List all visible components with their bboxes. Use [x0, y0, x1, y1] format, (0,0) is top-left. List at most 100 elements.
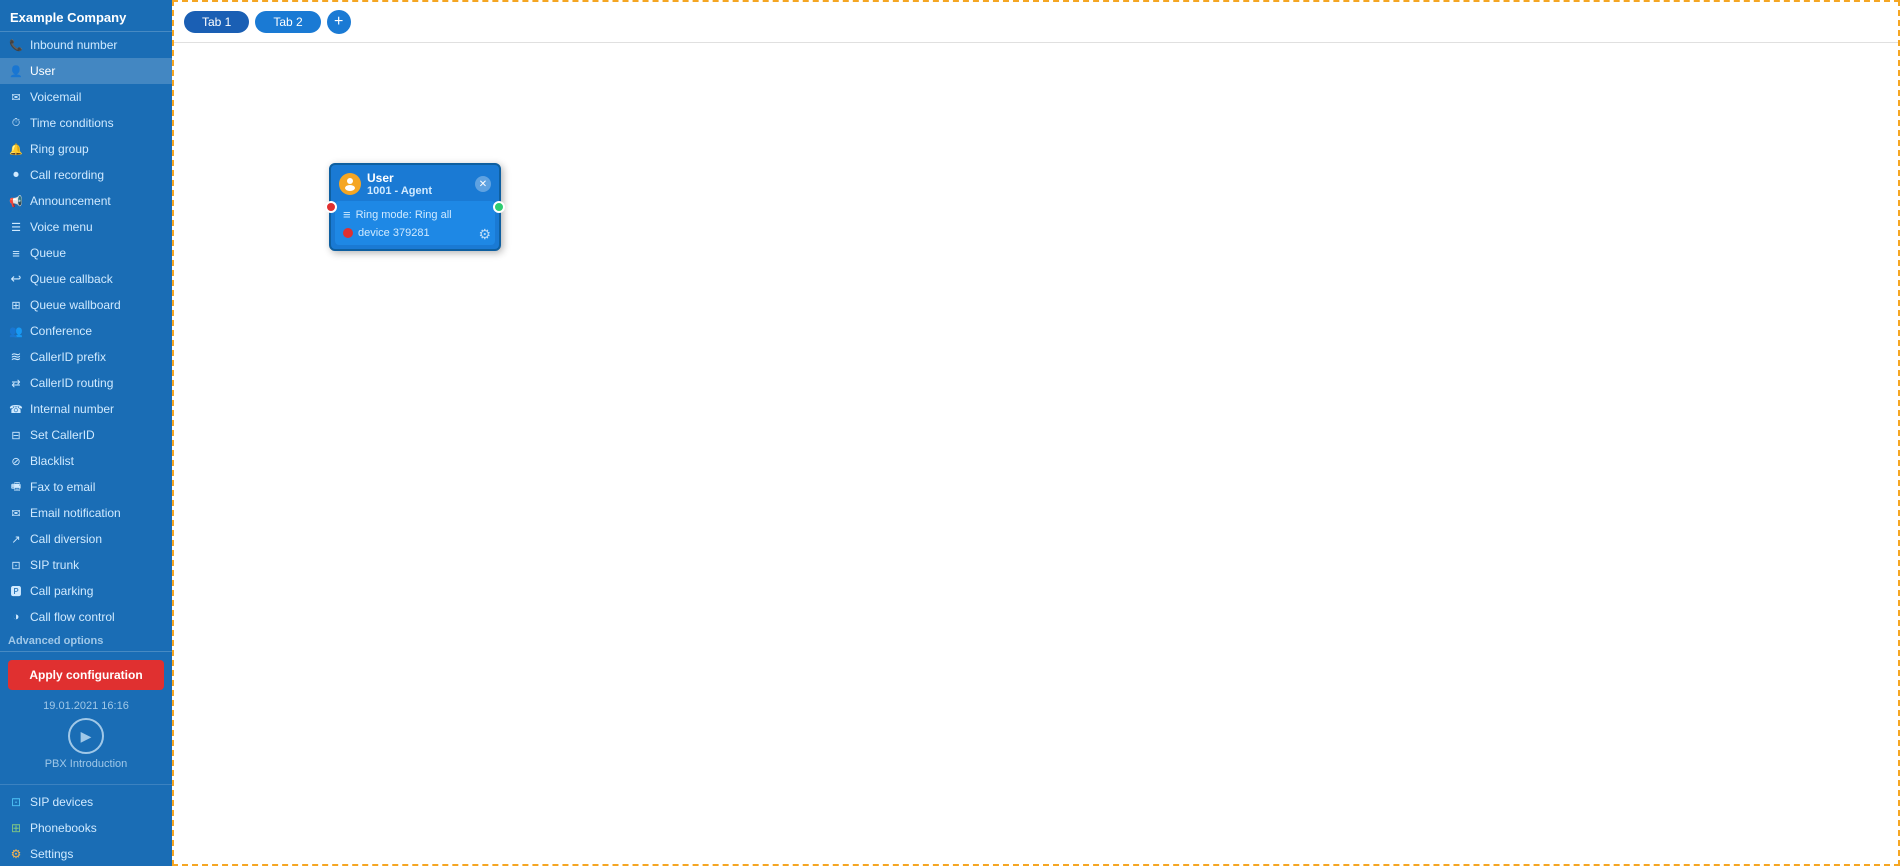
- divider: [0, 784, 172, 785]
- tab-2-button[interactable]: Tab 2: [255, 11, 320, 33]
- sidebar-label-call-flow-control: Call flow control: [30, 610, 115, 624]
- divert-icon: [8, 531, 24, 547]
- sidebar-item-voicemail[interactable]: Voicemail: [0, 84, 172, 110]
- sidebar-item-call-recording[interactable]: Call recording: [0, 162, 172, 188]
- ring-mode-icon: ≡: [343, 207, 351, 222]
- device-status-dot: [343, 228, 353, 238]
- sidebar-label-settings: Settings: [30, 847, 73, 861]
- node-card-header: User 1001 - Agent ✕: [331, 165, 499, 201]
- sidebar-item-time-conditions[interactable]: Time conditions: [0, 110, 172, 136]
- pbx-intro-label: PBX Introduction: [45, 758, 128, 770]
- sip-devices-icon: ⊡: [8, 794, 24, 810]
- sidebar-item-settings[interactable]: ⚙ Settings: [0, 841, 172, 866]
- node-card-body: ≡ Ring mode: Ring all device 379281: [335, 201, 495, 245]
- sidebar-item-ring-group[interactable]: Ring group: [0, 136, 172, 162]
- company-name: Example Company: [0, 0, 172, 32]
- time-icon: [8, 115, 24, 131]
- sidebar-bottom: Apply configuration 19.01.2021 16:16 ▶ P…: [0, 651, 172, 866]
- voicemail-icon: [8, 89, 24, 105]
- sip-trunk-icon: [8, 557, 24, 573]
- apply-configuration-button[interactable]: Apply configuration: [8, 660, 164, 690]
- set-callerid-icon: [8, 427, 24, 443]
- sidebar-item-sip-trunk[interactable]: SIP trunk: [0, 552, 172, 578]
- tab-bar: Tab 1 Tab 2 +: [174, 2, 1898, 43]
- sidebar-label-announcement: Announcement: [30, 194, 111, 208]
- play-button[interactable]: ▶: [68, 718, 104, 754]
- sidebar-label-set-callerid: Set CallerID: [30, 428, 95, 442]
- wallboard-icon: [8, 297, 24, 313]
- blacklist-icon: [8, 453, 24, 469]
- email-icon: [8, 505, 24, 521]
- menu-icon: [8, 219, 24, 235]
- callerid-routing-icon: [8, 375, 24, 391]
- sidebar-item-inbound-number[interactable]: Inbound number: [0, 32, 172, 58]
- sidebar-item-call-diversion[interactable]: Call diversion: [0, 526, 172, 552]
- main-area: Tab 1 Tab 2 + User 1001 - Ag: [172, 0, 1900, 866]
- add-tab-button[interactable]: +: [327, 10, 351, 34]
- sidebar: Example Company Inbound number User Voic…: [0, 0, 172, 866]
- sidebar-item-email-notification[interactable]: Email notification: [0, 500, 172, 526]
- sidebar-item-callerid-prefix[interactable]: CallerID prefix: [0, 344, 172, 370]
- sidebar-label-blacklist: Blacklist: [30, 454, 74, 468]
- callback-icon: [8, 271, 24, 287]
- flow-icon: [8, 609, 24, 625]
- node-title: User: [367, 171, 432, 185]
- sidebar-item-queue[interactable]: Queue: [0, 240, 172, 266]
- node-device: device 379281: [343, 227, 487, 239]
- sidebar-label-voice-menu: Voice menu: [30, 220, 93, 234]
- user-icon: [8, 63, 24, 79]
- recording-icon: [8, 167, 24, 183]
- sidebar-item-call-parking[interactable]: Call parking: [0, 578, 172, 604]
- sidebar-label-call-diversion: Call diversion: [30, 532, 102, 546]
- sidebar-label-internal-number: Internal number: [30, 402, 114, 416]
- phone-icon: [8, 37, 24, 53]
- sidebar-item-call-flow-control[interactable]: Call flow control: [0, 604, 172, 630]
- queue-icon: [8, 245, 24, 261]
- sidebar-label-call-parking: Call parking: [30, 584, 93, 598]
- sidebar-item-internal-number[interactable]: Internal number: [0, 396, 172, 422]
- node-user-avatar: [339, 173, 361, 195]
- sidebar-item-voice-menu[interactable]: Voice menu: [0, 214, 172, 240]
- sidebar-label-queue: Queue: [30, 246, 66, 260]
- sidebar-label-voicemail: Voicemail: [30, 90, 81, 104]
- sidebar-item-callerid-routing[interactable]: CallerID routing: [0, 370, 172, 396]
- sidebar-label-queue-wallboard: Queue wallboard: [30, 298, 121, 312]
- sidebar-item-sip-devices[interactable]: ⊡ SIP devices: [0, 789, 172, 815]
- user-node-card: User 1001 - Agent ✕ ≡ Ring mode: Ring al…: [329, 163, 501, 251]
- sidebar-item-conference[interactable]: Conference: [0, 318, 172, 344]
- sidebar-item-announcement[interactable]: Announcement: [0, 188, 172, 214]
- sidebar-label-user: User: [30, 64, 55, 78]
- sidebar-item-set-callerid[interactable]: Set CallerID: [0, 422, 172, 448]
- announce-icon: [8, 193, 24, 209]
- phonebooks-icon: ⊞: [8, 820, 24, 836]
- sidebar-item-queue-wallboard[interactable]: Queue wallboard: [0, 292, 172, 318]
- pbx-intro-container: ▶ PBX Introduction: [0, 718, 172, 780]
- node-gear-button[interactable]: ⚙: [478, 226, 491, 243]
- node-close-button[interactable]: ✕: [475, 176, 491, 192]
- sidebar-label-queue-callback: Queue callback: [30, 272, 113, 286]
- sidebar-label-sip-devices: SIP devices: [30, 795, 93, 809]
- sidebar-item-queue-callback[interactable]: Queue callback: [0, 266, 172, 292]
- advanced-options-label[interactable]: Advanced options: [0, 630, 172, 651]
- sidebar-item-phonebooks[interactable]: ⊞ Phonebooks: [0, 815, 172, 841]
- tab-1-button[interactable]: Tab 1: [184, 11, 249, 33]
- sidebar-label-fax-to-email: Fax to email: [30, 480, 95, 494]
- sidebar-label-inbound-number: Inbound number: [30, 38, 117, 52]
- sidebar-label-phonebooks: Phonebooks: [30, 821, 97, 835]
- settings-icon: ⚙: [8, 846, 24, 862]
- node-header-left: User 1001 - Agent: [339, 171, 432, 197]
- node-handle-left: [325, 201, 337, 213]
- sidebar-item-user[interactable]: User: [0, 58, 172, 84]
- node-handle-right: [493, 201, 505, 213]
- parking-icon: [8, 583, 24, 599]
- canvas-area[interactable]: User 1001 - Agent ✕ ≡ Ring mode: Ring al…: [174, 43, 1898, 864]
- sidebar-item-fax-to-email[interactable]: Fax to email: [0, 474, 172, 500]
- node-ring-mode: ≡ Ring mode: Ring all: [343, 207, 487, 222]
- node-device-label: device 379281: [358, 227, 430, 239]
- sidebar-label-callerid-routing: CallerID routing: [30, 376, 113, 390]
- internal-number-icon: [8, 401, 24, 417]
- sidebar-label-sip-trunk: SIP trunk: [30, 558, 79, 572]
- sidebar-item-blacklist[interactable]: Blacklist: [0, 448, 172, 474]
- sidebar-label-callerid-prefix: CallerID prefix: [30, 350, 106, 364]
- sidebar-label-email-notification: Email notification: [30, 506, 121, 520]
